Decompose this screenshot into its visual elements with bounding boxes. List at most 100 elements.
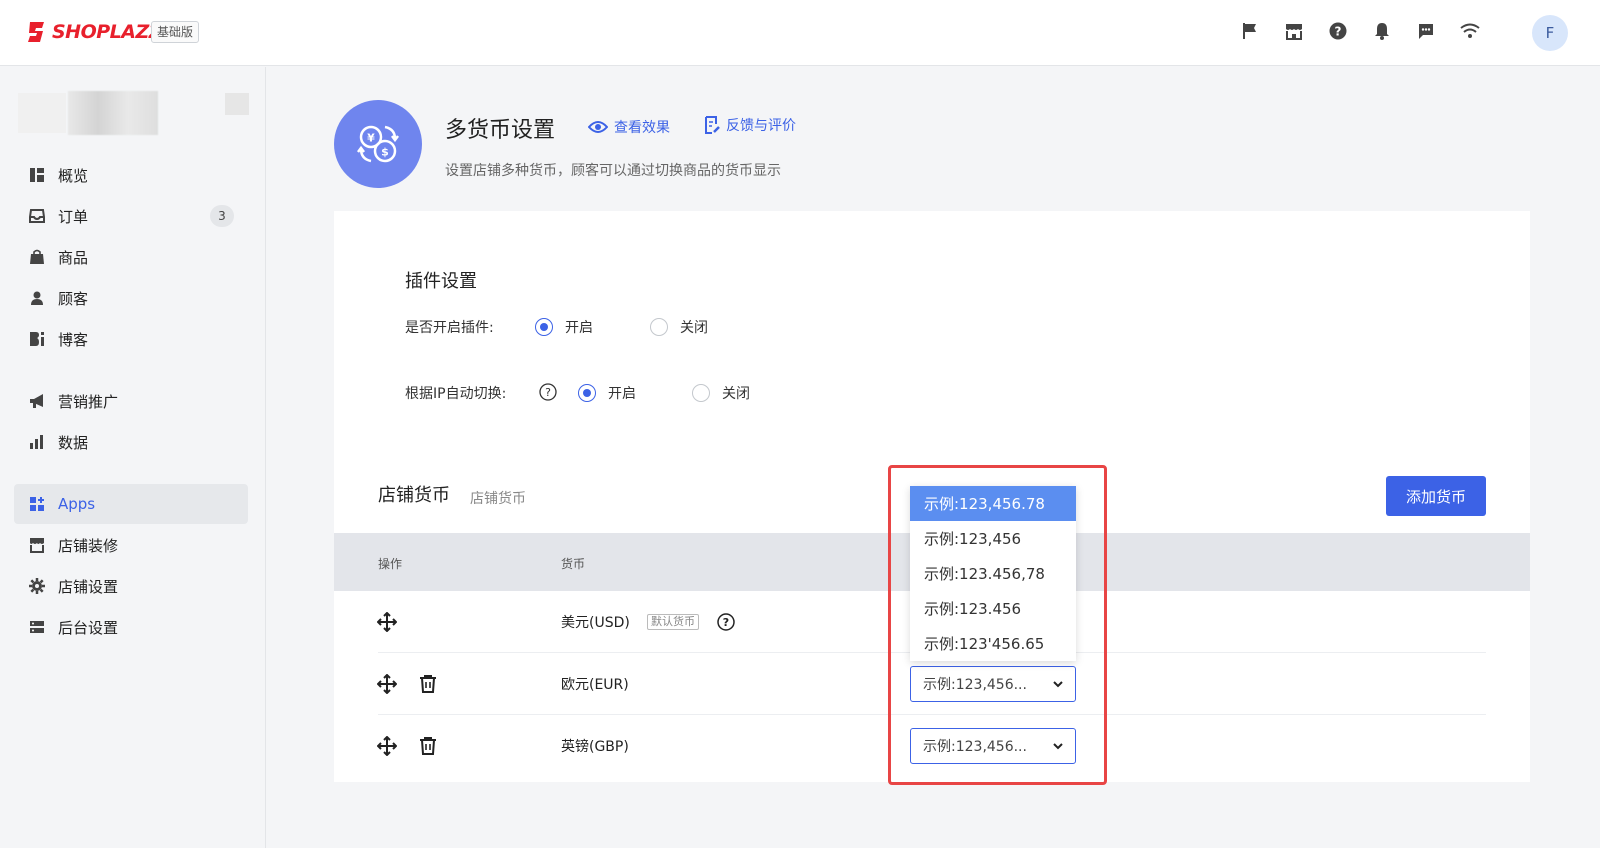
format-option[interactable]: 示例:123.456 [910, 591, 1076, 626]
question-circle-icon[interactable]: ? [539, 383, 557, 401]
feedback-label: 反馈与评价 [726, 118, 796, 134]
format-option[interactable]: 示例:123,456 [910, 521, 1076, 556]
help-icon[interactable]: ? [1328, 20, 1348, 42]
auto-switch-on-radio[interactable]: 开启 [578, 383, 636, 403]
radio-unchecked-icon [650, 318, 668, 336]
sidebar-item-label: 概览 [58, 166, 89, 185]
format-option[interactable]: 示例:123'456.65 [910, 626, 1076, 661]
drag-move-icon[interactable] [377, 736, 397, 756]
column-currency: 货币 [561, 557, 586, 571]
sidebar-item-label: 数据 [58, 433, 89, 452]
sidebar-item-label: 营销推广 [58, 392, 119, 411]
radio-label: 开启 [565, 320, 593, 336]
edit-doc-icon [705, 116, 720, 134]
wifi-icon[interactable] [1460, 20, 1480, 42]
svg-text:?: ? [545, 386, 551, 399]
enable-plugin-label: 是否开启插件: [405, 320, 494, 336]
blog-icon [28, 330, 46, 348]
auto-switch-label: 根据IP自动切换: [405, 386, 507, 402]
sidebar-item-admin-settings[interactable]: 后台设置 [14, 607, 248, 647]
bag-icon [28, 248, 46, 266]
format-select-value: 示例:123,456... [923, 739, 1027, 755]
radio-checked-icon [535, 318, 553, 336]
format-select-value: 示例:123,456... [923, 677, 1027, 693]
sidebar-item-label: 店铺设置 [58, 577, 119, 596]
top-bar: SHOPLAZZA 基础版 ? F [0, 0, 1600, 66]
page-description: 设置店铺多种货币，顾客可以通过切换商品的货币显示 [445, 163, 781, 179]
sidebar-item-customers[interactable]: 顾客 [14, 278, 248, 318]
svg-text:¥: ¥ [367, 132, 375, 145]
radio-label: 关闭 [722, 386, 750, 402]
store-icon[interactable] [1284, 20, 1304, 42]
avatar[interactable]: F [1532, 15, 1568, 51]
megaphone-icon [28, 392, 46, 410]
column-actions: 操作 [378, 557, 403, 571]
store-currency-title: 店铺货币 [378, 485, 450, 506]
svg-text:?: ? [1335, 25, 1342, 39]
radio-unchecked-icon [692, 384, 710, 402]
currency-name: 美元(USD) [561, 615, 630, 631]
currency-name: 欧元(EUR) [561, 677, 629, 693]
store-name-blurred[interactable] [18, 87, 250, 139]
auto-switch-off-radio[interactable]: 关闭 [692, 383, 750, 403]
message-icon[interactable] [1416, 20, 1436, 42]
sidebar-item-theme[interactable]: 店铺装修 [14, 525, 248, 565]
radio-label: 开启 [608, 386, 636, 402]
view-effect-link[interactable]: 查看效果 [588, 117, 670, 137]
format-dropdown-menu: 示例:123,456.78 示例:123,456 示例:123.456,78 示… [910, 486, 1076, 661]
trash-icon[interactable] [418, 736, 438, 756]
table-row: 欧元(EUR) 示例:123,456... [334, 653, 1530, 715]
sidebar-item-marketing[interactable]: 营销推广 [14, 381, 248, 421]
sidebar-item-store-settings[interactable]: 店铺设置 [14, 566, 248, 606]
format-select[interactable]: 示例:123,456... [910, 666, 1076, 702]
feedback-link[interactable]: 反馈与评价 [704, 115, 796, 135]
sidebar-item-label: 博客 [58, 330, 89, 349]
person-icon [28, 289, 46, 307]
format-option[interactable]: 示例:123,456.78 [910, 486, 1076, 521]
svg-text:?: ? [723, 616, 729, 629]
shoplazza-logo-icon [28, 22, 44, 42]
drag-move-icon[interactable] [377, 674, 397, 694]
store-currency-note: 店铺货币 [470, 491, 526, 507]
radio-checked-icon [578, 384, 596, 402]
svg-text:$: $ [381, 146, 389, 159]
format-option[interactable]: 示例:123.456,78 [910, 556, 1076, 591]
sidebar-item-apps[interactable]: Apps [14, 484, 248, 524]
gear-icon [28, 577, 46, 595]
flag-icon[interactable] [1240, 20, 1260, 42]
view-effect-label: 查看效果 [614, 120, 670, 136]
top-icons: ? [1240, 20, 1480, 42]
bell-icon[interactable] [1372, 20, 1392, 42]
eye-icon [588, 121, 608, 133]
plan-badge: 基础版 [151, 21, 200, 43]
default-currency-tag: 默认货币 [647, 614, 699, 630]
sidebar-item-label: Apps [58, 495, 96, 513]
sidebar-item-orders[interactable]: 订单 3 [14, 196, 248, 236]
currency-name: 英镑(GBP) [561, 739, 629, 755]
plugin-settings-title: 插件设置 [405, 271, 477, 292]
sidebar-item-label: 顾客 [58, 289, 89, 308]
sidebar-item-products[interactable]: 商品 [14, 237, 248, 277]
inbox-icon [28, 207, 46, 225]
format-select[interactable]: 示例:123,456... [910, 728, 1076, 764]
order-count-badge: 3 [210, 205, 234, 227]
enable-plugin-off-radio[interactable]: 关闭 [650, 317, 708, 337]
sidebar-item-blog[interactable]: 博客 [14, 319, 248, 359]
sidebar-item-overview[interactable]: 概览 [14, 155, 248, 195]
drag-move-icon[interactable] [377, 612, 397, 632]
trash-icon[interactable] [418, 674, 438, 694]
add-currency-button[interactable]: 添加货币 [1386, 476, 1486, 516]
question-circle-icon[interactable]: ? [717, 613, 735, 631]
sidebar-item-label: 商品 [58, 248, 89, 267]
sidebar-item-analytics[interactable]: 数据 [14, 422, 248, 462]
storefront-icon [28, 536, 46, 554]
apps-icon [28, 495, 46, 513]
sidebar-item-label: 后台设置 [58, 618, 119, 637]
dashboard-icon [28, 166, 46, 184]
table-row: 英镑(GBP) 示例:123,456... [334, 715, 1530, 777]
server-icon [28, 618, 46, 636]
page-title: 多货币设置 [445, 118, 556, 143]
sidebar-item-label: 店铺装修 [58, 536, 119, 555]
chevron-down-icon [1053, 743, 1063, 750]
enable-plugin-on-radio[interactable]: 开启 [535, 317, 593, 337]
